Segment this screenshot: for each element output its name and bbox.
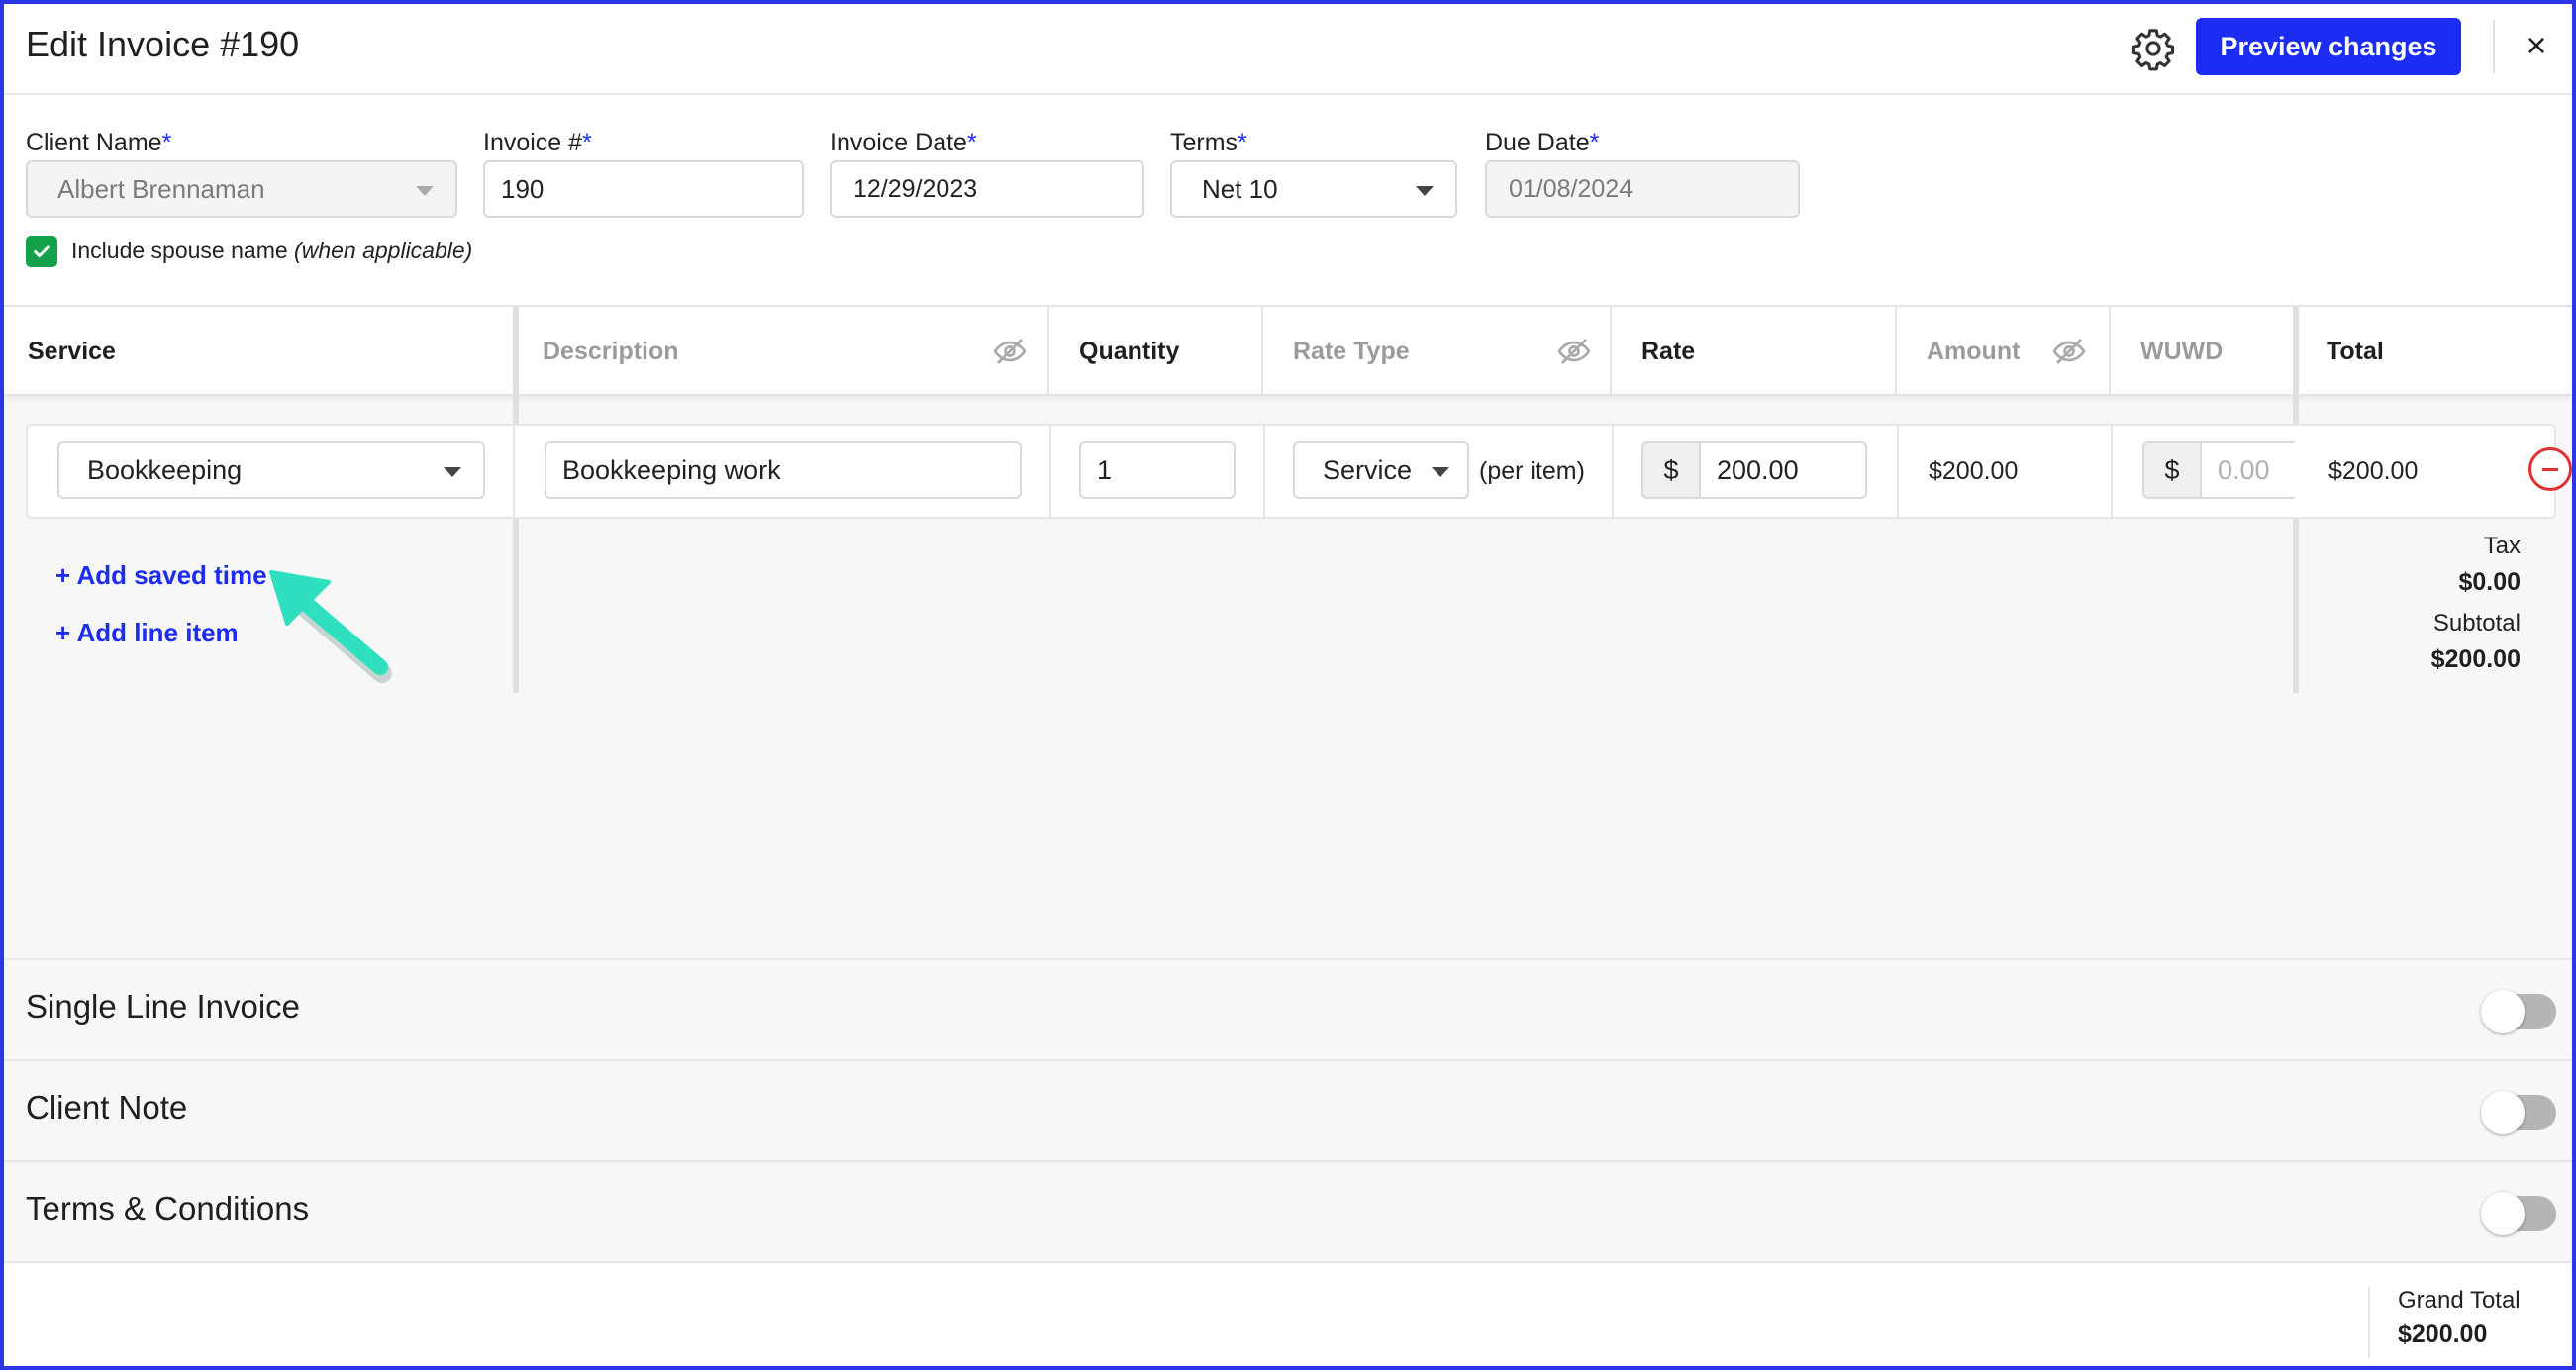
- column-header-wuwd: WUWD: [2140, 337, 2224, 365]
- preview-changes-button[interactable]: Preview changes: [2196, 18, 2461, 75]
- amount-value: $200.00: [1929, 457, 2019, 485]
- section-single-line-invoice: Single Line Invoice: [4, 958, 2572, 1059]
- close-icon[interactable]: ×: [2517, 25, 2556, 65]
- section-terms-conditions: Terms & Conditions: [4, 1160, 2572, 1261]
- chevron-down-icon: [444, 467, 461, 477]
- column-header-amount: Amount: [1927, 337, 2021, 365]
- cell-divider: [1612, 426, 1614, 517]
- subtotal-value: $200.00: [2430, 645, 2521, 673]
- tax-label: Tax: [2483, 533, 2521, 559]
- column-header-service: Service: [28, 337, 116, 365]
- remove-row-icon[interactable]: [2528, 447, 2572, 491]
- add-saved-time-link[interactable]: + Add saved time: [55, 560, 267, 591]
- header-divider: [2493, 20, 2495, 73]
- invoice-date-label: Invoice Date*: [830, 129, 977, 156]
- gear-icon[interactable]: [2130, 26, 2176, 71]
- rate-unit-label: (per item): [1479, 457, 1585, 485]
- rate-type-select[interactable]: Service: [1293, 441, 1469, 499]
- section-title: Client Note: [26, 1089, 188, 1125]
- table-header: Service Description Quantity Rate Type R…: [4, 307, 2572, 396]
- wuwd-input[interactable]: 0.00: [2200, 441, 2295, 499]
- column-divider: [1895, 307, 1897, 396]
- section-title: Single Line Invoice: [26, 988, 301, 1025]
- client-name-select[interactable]: Albert Brennaman: [26, 160, 457, 218]
- page-title: Edit Invoice #190: [26, 24, 300, 64]
- checkmark-icon: [34, 245, 50, 258]
- currency-prefix: $: [2142, 441, 2200, 499]
- column-header-rate: Rate: [1641, 337, 1696, 365]
- rate-input[interactable]: 200.00: [1699, 441, 1867, 499]
- column-divider: [1261, 307, 1263, 396]
- service-value: Bookkeeping: [87, 454, 243, 485]
- row-total-value: $200.00: [2328, 457, 2419, 485]
- cell-divider: [1897, 426, 1899, 517]
- currency-prefix: $: [1641, 441, 1699, 499]
- due-date-label: Due Date*: [1485, 129, 1600, 156]
- grand-total-label: Grand Total: [2398, 1287, 2521, 1314]
- column-divider: [2109, 307, 2111, 396]
- footer-bar: Grand Total $200.00: [4, 1261, 2572, 1366]
- column-header-quantity: Quantity: [1079, 337, 1180, 365]
- due-date-input: 01/08/2024: [1485, 160, 1800, 218]
- invoice-date-input[interactable]: 12/29/2023: [830, 160, 1144, 218]
- cell-divider: [1049, 426, 1051, 517]
- rate-type-value: Service: [1323, 454, 1413, 485]
- subtotal-label: Subtotal: [2432, 610, 2521, 636]
- client-note-toggle[interactable]: [2481, 1091, 2556, 1134]
- annotation-arrow-icon: [269, 570, 392, 683]
- footer-divider: [2368, 1287, 2370, 1358]
- client-name-label: Client Name*: [26, 129, 172, 156]
- cell-divider: [513, 426, 515, 517]
- terms-conditions-toggle[interactable]: [2481, 1192, 2556, 1235]
- column-header-description: Description: [543, 337, 679, 365]
- grand-total-value: $200.00: [2398, 1321, 2488, 1348]
- terms-value: Net 10: [1202, 173, 1278, 204]
- invoice-number-input[interactable]: 190: [483, 160, 804, 218]
- cell-divider: [2111, 426, 2113, 517]
- column-header-total: Total: [2327, 337, 2384, 365]
- chevron-down-icon: [1416, 186, 1434, 196]
- column-divider: [1610, 307, 1612, 396]
- chevron-down-icon: [416, 186, 434, 196]
- include-spouse-checkbox[interactable]: [26, 236, 57, 267]
- section-title: Terms & Conditions: [26, 1190, 310, 1226]
- description-input[interactable]: Bookkeeping work: [545, 441, 1022, 499]
- eye-off-icon[interactable]: [1556, 337, 1592, 366]
- client-name-value: Albert Brennaman: [57, 173, 265, 204]
- single-line-invoice-toggle[interactable]: [2481, 990, 2556, 1033]
- add-line-item-link[interactable]: + Add line item: [55, 618, 239, 648]
- column-divider: [1047, 307, 1049, 396]
- terms-label: Terms*: [1170, 129, 1247, 156]
- tax-value: $0.00: [2458, 568, 2521, 596]
- terms-select[interactable]: Net 10: [1170, 160, 1457, 218]
- invoice-number-label: Invoice #*: [483, 129, 592, 156]
- quantity-input[interactable]: 1: [1079, 441, 1236, 499]
- section-client-note: Client Note: [4, 1059, 2572, 1160]
- service-select[interactable]: Bookkeeping: [57, 441, 485, 499]
- header-bar: Edit Invoice #190 Preview changes ×: [4, 4, 2572, 95]
- invoice-editor: Edit Invoice #190 Preview changes × Clie…: [0, 0, 2576, 1370]
- eye-off-icon[interactable]: [992, 337, 1028, 366]
- table-row: Bookkeeping Bookkeeping work 1 Service (…: [26, 424, 2556, 519]
- include-spouse-label: Include spouse name (when applicable): [71, 238, 473, 263]
- column-header-rate-type: Rate Type: [1293, 337, 1410, 365]
- eye-off-icon[interactable]: [2051, 337, 2087, 366]
- chevron-down-icon: [1432, 467, 1449, 477]
- cell-divider: [1263, 426, 1265, 517]
